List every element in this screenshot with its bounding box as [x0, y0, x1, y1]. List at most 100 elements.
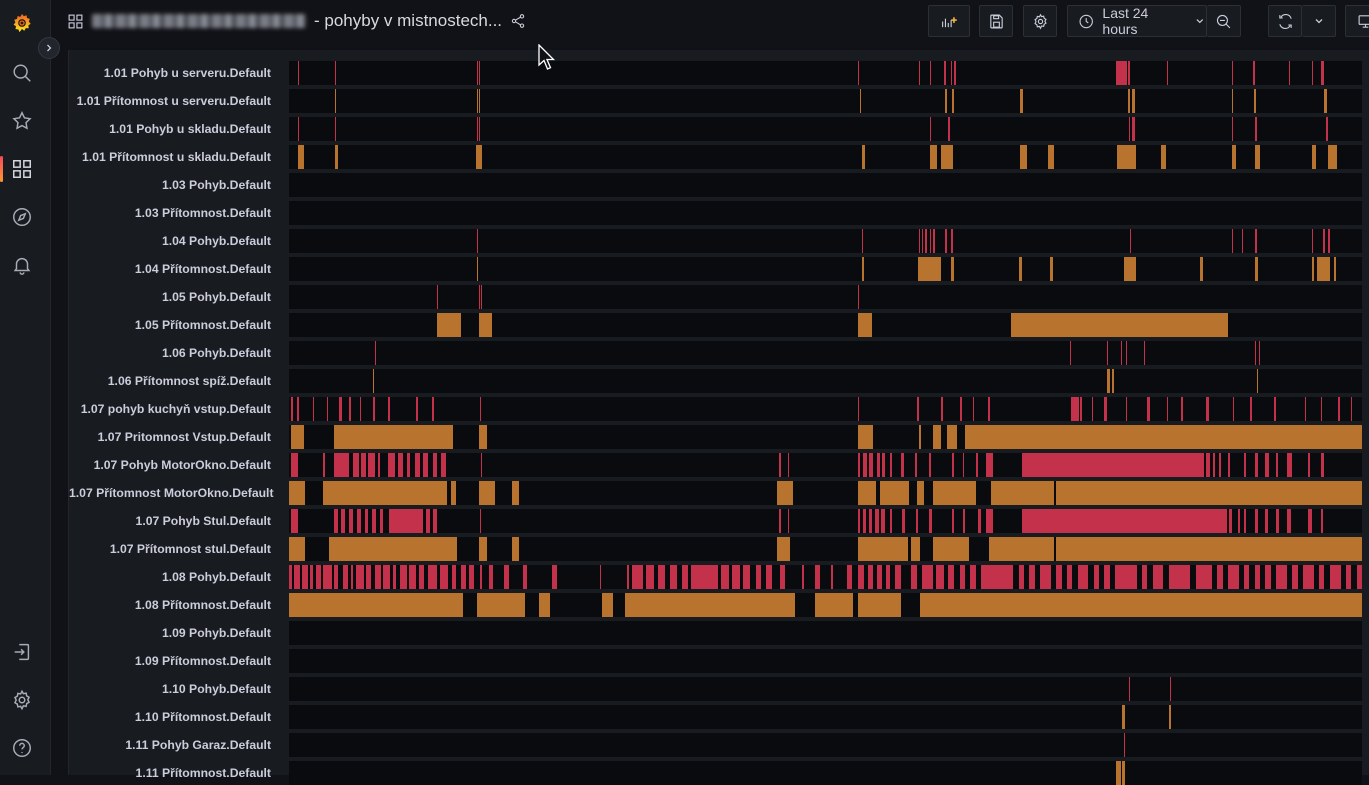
state-segment[interactable] [858, 593, 901, 617]
timeline-track[interactable] [289, 621, 1362, 645]
state-segment[interactable] [1312, 145, 1316, 169]
state-segment[interactable] [360, 397, 361, 421]
grafana-logo-icon[interactable] [9, 10, 35, 36]
state-segment[interactable] [294, 565, 299, 589]
state-segment[interactable] [930, 61, 931, 85]
state-segment[interactable] [600, 565, 601, 589]
state-segment[interactable] [313, 397, 314, 421]
timeline-track[interactable] [289, 481, 1362, 505]
state-segment[interactable] [1228, 565, 1239, 589]
state-segment[interactable] [400, 565, 408, 589]
state-segment[interactable] [947, 425, 958, 449]
save-dashboard-button[interactable] [979, 5, 1013, 37]
state-segment[interactable] [1233, 397, 1234, 421]
state-segment[interactable] [1303, 565, 1314, 589]
state-segment[interactable] [407, 453, 410, 477]
state-segment[interactable] [373, 397, 375, 421]
state-segment[interactable] [917, 397, 919, 421]
state-segment[interactable] [1351, 397, 1352, 421]
state-segment[interactable] [432, 397, 434, 421]
state-segment[interactable] [890, 453, 892, 477]
state-segment[interactable] [1112, 369, 1114, 393]
state-segment[interactable] [779, 453, 780, 477]
state-segment[interactable] [1229, 509, 1232, 533]
state-segment[interactable] [960, 565, 965, 589]
state-segment[interactable] [858, 425, 873, 449]
timeline-track[interactable] [289, 397, 1362, 421]
state-segment[interactable] [335, 145, 338, 169]
time-range-picker[interactable]: Last 24 hours [1067, 5, 1207, 37]
state-segment[interactable] [1206, 397, 1208, 421]
state-segment[interactable] [919, 229, 920, 253]
state-segment[interactable] [1020, 145, 1028, 169]
state-segment[interactable] [988, 397, 990, 421]
state-segment[interactable] [334, 453, 349, 477]
state-segment[interactable] [1019, 257, 1022, 281]
state-segment[interactable] [437, 285, 438, 309]
state-segment[interactable] [847, 565, 852, 589]
state-segment[interactable] [960, 397, 962, 421]
state-segment[interactable] [480, 397, 481, 421]
state-segment[interactable] [365, 509, 368, 533]
state-segment[interactable] [361, 453, 366, 477]
state-segment[interactable] [316, 565, 321, 589]
state-segment[interactable] [310, 565, 312, 589]
state-segment[interactable] [1050, 257, 1053, 281]
state-segment[interactable] [1255, 565, 1260, 589]
state-segment[interactable] [368, 453, 374, 477]
state-segment[interactable] [477, 89, 478, 113]
state-segment[interactable] [1213, 453, 1215, 477]
state-segment[interactable] [886, 565, 890, 589]
state-segment[interactable] [1206, 453, 1209, 477]
state-segment[interactable] [1232, 229, 1233, 253]
state-segment[interactable] [869, 509, 871, 533]
state-segment[interactable] [1104, 565, 1109, 589]
state-segment[interactable] [1121, 341, 1122, 365]
zoom-out-button[interactable] [1207, 5, 1241, 37]
state-segment[interactable] [1255, 453, 1258, 477]
state-segment[interactable] [479, 481, 495, 505]
state-segment[interactable] [1147, 397, 1149, 421]
state-segment[interactable] [933, 229, 935, 253]
state-segment[interactable] [911, 537, 920, 561]
state-segment[interactable] [991, 481, 1054, 505]
state-segment[interactable] [1312, 61, 1313, 85]
state-segment[interactable] [504, 565, 509, 589]
state-segment[interactable] [1323, 229, 1324, 253]
state-segment[interactable] [415, 453, 420, 477]
state-segment[interactable] [480, 565, 482, 589]
state-segment[interactable] [1048, 145, 1054, 169]
state-segment[interactable] [1287, 509, 1291, 533]
state-segment[interactable] [351, 565, 353, 589]
state-segment[interactable] [1257, 369, 1258, 393]
state-segment[interactable] [375, 341, 376, 365]
state-segment[interactable] [289, 565, 292, 589]
state-segment[interactable] [479, 537, 488, 561]
state-segment[interactable] [890, 509, 892, 533]
state-segment[interactable] [1169, 705, 1171, 729]
state-segment[interactable] [933, 481, 976, 505]
state-segment[interactable] [479, 89, 480, 113]
state-segment[interactable] [602, 593, 613, 617]
state-segment[interactable] [341, 509, 345, 533]
state-segment[interactable] [882, 453, 884, 477]
state-segment[interactable] [1312, 229, 1313, 253]
state-segment[interactable] [373, 369, 374, 393]
state-segment[interactable] [802, 565, 804, 589]
state-segment[interactable] [1255, 145, 1260, 169]
state-segment[interactable] [1126, 397, 1127, 421]
state-segment[interactable] [919, 61, 920, 85]
state-segment[interactable] [922, 229, 923, 253]
state-segment[interactable] [1116, 61, 1127, 85]
state-segment[interactable] [1242, 229, 1243, 253]
state-segment[interactable] [298, 145, 304, 169]
state-segment[interactable] [433, 509, 437, 533]
state-segment[interactable] [902, 509, 905, 533]
state-segment[interactable] [297, 397, 299, 421]
state-segment[interactable] [1078, 565, 1089, 589]
configuration-icon[interactable] [9, 687, 35, 713]
timeline-track[interactable] [289, 89, 1362, 113]
state-segment[interactable] [1238, 509, 1240, 533]
state-segment[interactable] [978, 509, 981, 533]
state-segment[interactable] [1124, 733, 1125, 757]
